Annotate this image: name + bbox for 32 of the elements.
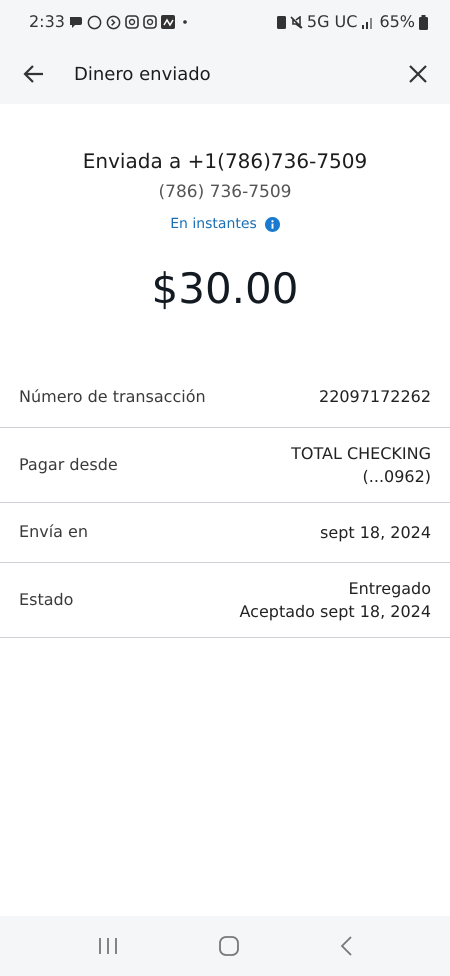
detail-value: Entregado <box>348 578 431 600</box>
camera-icon <box>124 15 139 29</box>
detail-label: Estado <box>19 589 74 612</box>
screen-title: Dinero enviado <box>74 62 211 86</box>
detail-label: Envía en <box>19 521 88 544</box>
battery-icon <box>419 14 428 30</box>
amount: $30.00 <box>152 262 298 314</box>
battery-percent: 65% <box>379 11 415 33</box>
detail-value: sept 18, 2024 <box>320 522 431 544</box>
mute-icon <box>290 16 303 28</box>
timing-text: En instantes <box>170 214 257 234</box>
back-icon[interactable] <box>338 935 353 957</box>
detail-value: (...0962) <box>362 466 431 488</box>
detail-value: Aceptado sept 18, 2024 <box>239 601 431 624</box>
detail-label: Pagar desde <box>19 454 118 476</box>
status-time: 2:33 <box>29 11 65 33</box>
detail-value: TOTAL CHECKING <box>291 442 431 464</box>
dot-icon <box>182 20 187 24</box>
battery-saver-icon <box>276 16 286 28</box>
camera-icon <box>142 15 157 29</box>
info-icon[interactable] <box>264 216 280 232</box>
chat-bubble-icon <box>68 15 83 29</box>
detail-label: Número de transacción <box>19 386 206 408</box>
recipient-text: Enviada a +1(786)736-7509 <box>82 148 368 175</box>
home-icon[interactable] <box>218 935 240 957</box>
close-icon[interactable] <box>408 64 428 84</box>
network-type: 5G UC <box>306 11 358 33</box>
app-icon <box>160 15 175 29</box>
phone-number: (786) 736-7509 <box>158 181 292 204</box>
recent-apps-icon[interactable] <box>97 936 120 956</box>
detail-value: 22097172262 <box>319 386 431 408</box>
chevron-circle-icon <box>106 14 121 30</box>
